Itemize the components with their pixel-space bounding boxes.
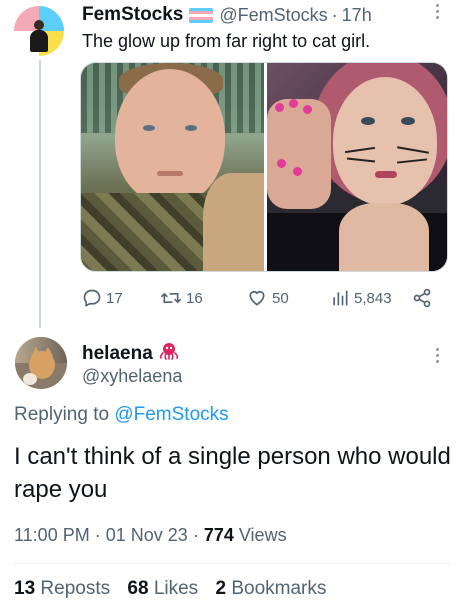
tweet-timestamp[interactable]: 17h [342, 5, 372, 26]
bookmarks-label: Bookmarks [231, 578, 327, 599]
reply-author-name[interactable]: helaena [82, 343, 153, 365]
repost-icon [160, 293, 181, 303]
views-button[interactable]: 5,843 [330, 286, 392, 310]
divider [14, 563, 450, 564]
reply-author-avatar[interactable] [15, 337, 67, 389]
share-icon [413, 288, 431, 308]
reply-views-label: Views [238, 525, 287, 545]
likes-label: Likes [153, 578, 199, 599]
reply-time[interactable]: 11:00 PM [14, 525, 90, 545]
like-count: 50 [272, 289, 289, 307]
reply-engagement-stats: 13 Reposts 68 Likes 2 Bookmarks [14, 578, 326, 600]
likes-count: 68 [127, 578, 149, 599]
reply-view-count: 774 [203, 525, 234, 545]
repost-button[interactable]: 16 [160, 286, 203, 310]
octopus-icon [159, 342, 179, 365]
thread-connector [39, 60, 41, 328]
analytics-icon [333, 290, 348, 306]
trans-flag-icon [189, 7, 214, 23]
author-avatar[interactable] [14, 6, 64, 56]
replying-to-line: Replying to @FemStocks [14, 404, 229, 426]
original-tweet[interactable]: FemStocks @FemStocks · 17h The glow up f… [0, 0, 464, 328]
replying-to-link[interactable]: @FemStocks [114, 404, 228, 425]
tweet-text: The glow up from far right to cat girl. [82, 31, 371, 51]
bookmarks-stat[interactable]: 2 Bookmarks [215, 578, 326, 599]
likes-stat[interactable]: 68 Likes [127, 578, 198, 599]
reply-author-name-row: helaena [82, 342, 179, 365]
tweet-actions: 17 16 50 5,843 [80, 286, 448, 310]
reposts-stat[interactable]: 13 Reposts [14, 578, 110, 599]
reply-count: 17 [106, 289, 123, 307]
tweet-header: FemStocks @FemStocks · 17h [82, 4, 372, 26]
reply-author-handle[interactable]: @xyhelaena [82, 366, 182, 387]
author-handle[interactable]: @FemStocks [219, 5, 327, 26]
separator-dot: · [331, 4, 338, 25]
reposts-count: 13 [14, 578, 36, 599]
replying-prefix: Replying to [14, 404, 110, 425]
repost-count: 16 [186, 289, 203, 307]
reposts-label: Reposts [40, 578, 111, 599]
author-name[interactable]: FemStocks [82, 4, 183, 26]
reply-text: I can't think of a single person who wou… [14, 443, 451, 503]
tweet-media[interactable] [80, 62, 448, 272]
reply-more-options-icon[interactable] [432, 348, 442, 370]
reply-date[interactable]: 01 Nov 23 [106, 525, 188, 545]
photo-before[interactable] [81, 63, 264, 271]
share-button[interactable] [412, 286, 436, 310]
like-button[interactable]: 50 [246, 286, 289, 310]
photo-after[interactable] [267, 63, 447, 271]
reply-icon [83, 289, 101, 307]
reply-button[interactable]: 17 [82, 286, 123, 310]
view-count: 5,843 [354, 289, 392, 307]
more-options-icon[interactable] [432, 4, 442, 26]
bookmarks-count: 2 [215, 578, 227, 599]
heart-icon [249, 290, 265, 306]
reply-metadata: 11:00 PM · 01 Nov 23 · 774 Views [14, 525, 287, 545]
